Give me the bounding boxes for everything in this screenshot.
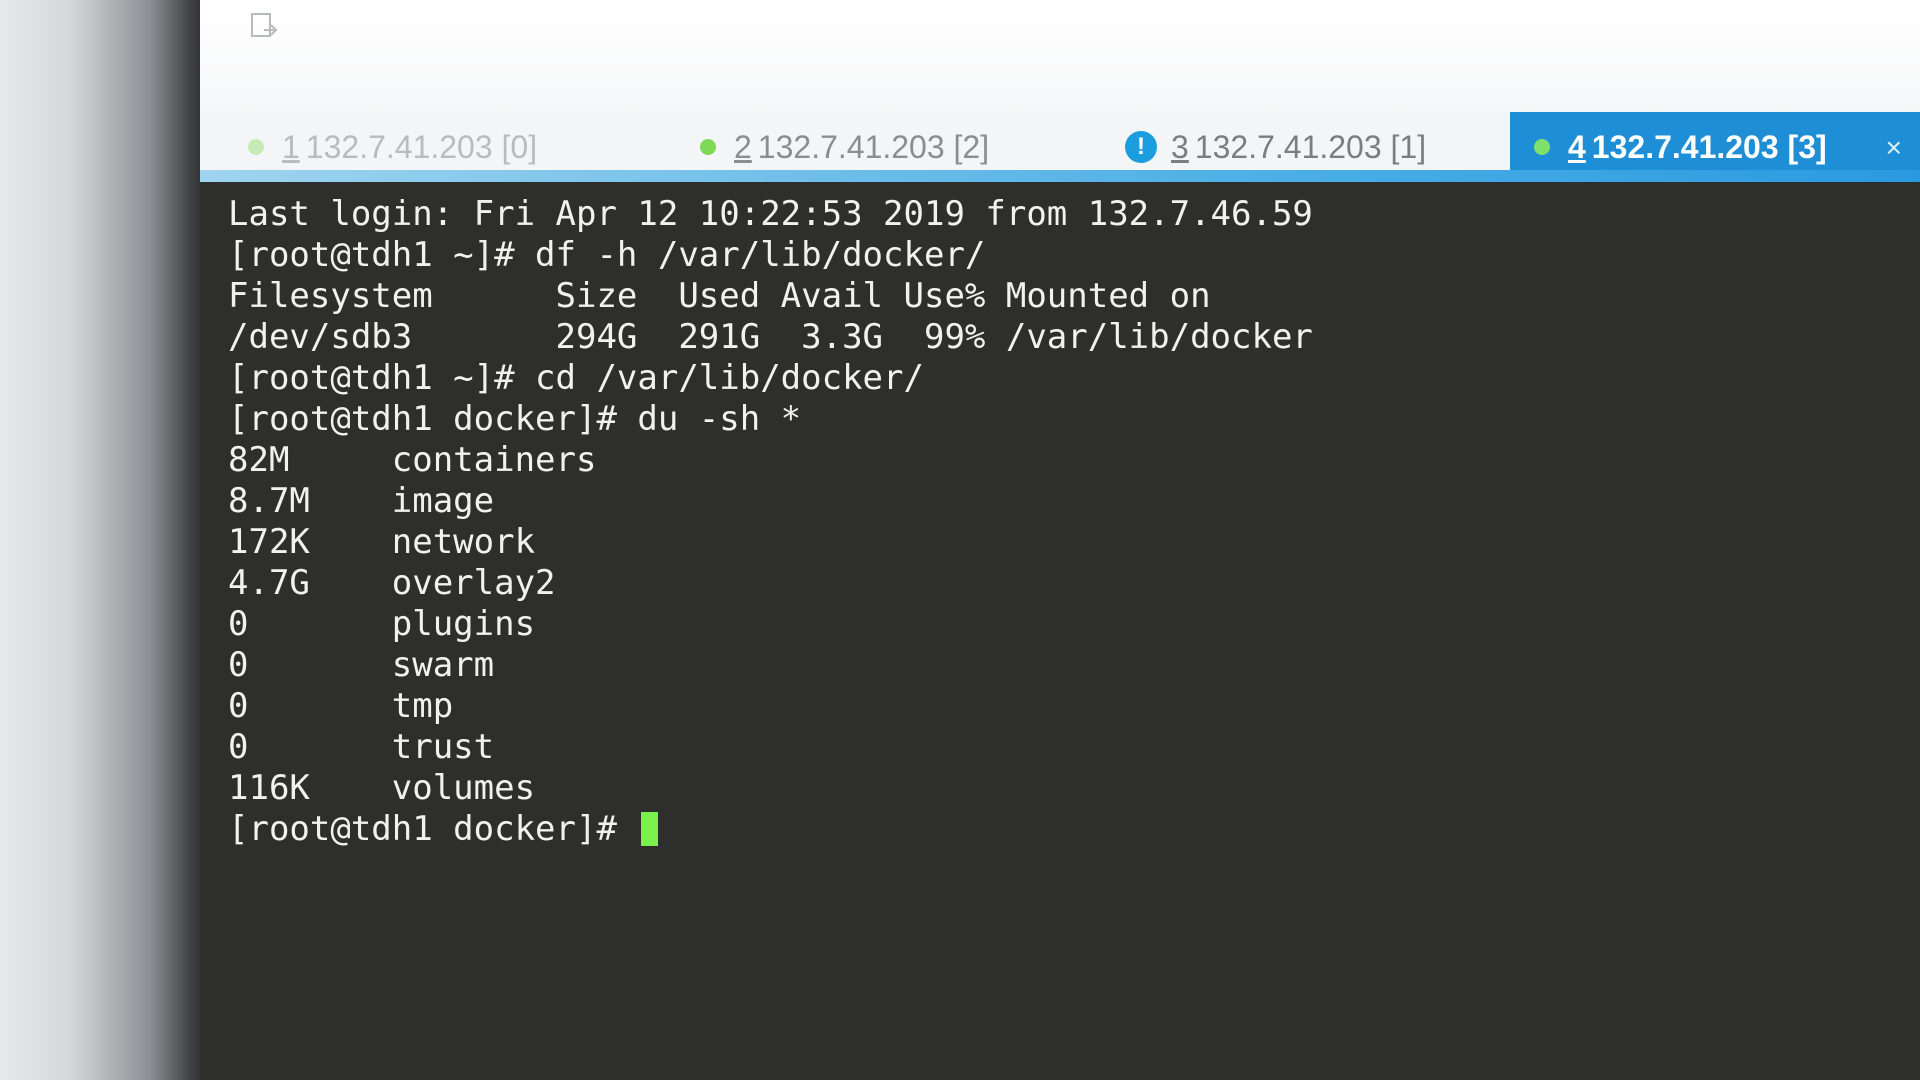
close-icon[interactable]: ×	[1886, 132, 1902, 164]
terminal-cursor	[641, 812, 659, 846]
tab-label: 132.7.41.203 [0]	[305, 128, 538, 165]
terminal-line: /dev/sdb3 294G 291G 3.3G 99% /var/lib/do…	[228, 317, 1313, 357]
connected-status-icon	[700, 139, 716, 155]
terminal-line: 4.7G overlay2	[228, 563, 556, 603]
terminal-prompt-line[interactable]: [root@tdh1 docker]#	[228, 809, 1313, 850]
tab-number: 3	[1171, 128, 1189, 165]
active-tab-indicator	[200, 170, 1920, 182]
terminal-line: Filesystem Size Used Avail Use% Mounted …	[228, 276, 1211, 316]
tab-number: 2	[734, 128, 752, 165]
terminal-line: 0 trust	[228, 727, 495, 767]
terminal-output: Last login: Fri Apr 12 10:22:53 2019 fro…	[228, 194, 1313, 850]
terminal-line: 116K volumes	[228, 768, 536, 808]
terminal-line: [root@tdh1 ~]# df -h /var/lib/docker/	[228, 235, 986, 275]
terminal-line: 172K network	[228, 522, 536, 562]
terminal-line: [root@tdh1 ~]# cd /var/lib/docker/	[228, 358, 924, 398]
shell-prompt: [root@tdh1 docker]#	[228, 809, 638, 849]
terminal-line: 0 tmp	[228, 686, 454, 726]
terminal-line: 0 plugins	[228, 604, 536, 644]
photo-stage: 1 132.7.41.203 [0] 2 132.7.41.203 [2] ! …	[0, 0, 1920, 1080]
tab-label: 132.7.41.203 [2]	[757, 128, 990, 165]
connected-status-icon	[248, 139, 264, 155]
terminal-line: 8.7M image	[228, 481, 495, 521]
terminal-line: Last login: Fri Apr 12 10:22:53 2019 fro…	[228, 194, 1313, 234]
terminal-pane[interactable]: Last login: Fri Apr 12 10:22:53 2019 fro…	[200, 182, 1920, 1080]
terminal-line: 0 swarm	[228, 645, 495, 685]
tab-number: 4	[1568, 128, 1586, 165]
terminal-line: [root@tdh1 docker]# du -sh *	[228, 399, 802, 439]
tab-label: 132.7.41.203 [1]	[1194, 128, 1427, 165]
tab-number: 1	[282, 128, 300, 165]
connected-status-icon	[1534, 139, 1550, 155]
exclamation-icon: !	[1125, 131, 1157, 163]
ssh-client-window: 1 132.7.41.203 [0] 2 132.7.41.203 [2] ! …	[200, 0, 1920, 1080]
toolbar	[200, 0, 1920, 116]
session-icon[interactable]	[250, 12, 278, 42]
terminal-line: 82M containers	[228, 440, 597, 480]
tab-label: 132.7.41.203 [3]	[1591, 128, 1827, 165]
monitor-bezel	[0, 0, 205, 1080]
